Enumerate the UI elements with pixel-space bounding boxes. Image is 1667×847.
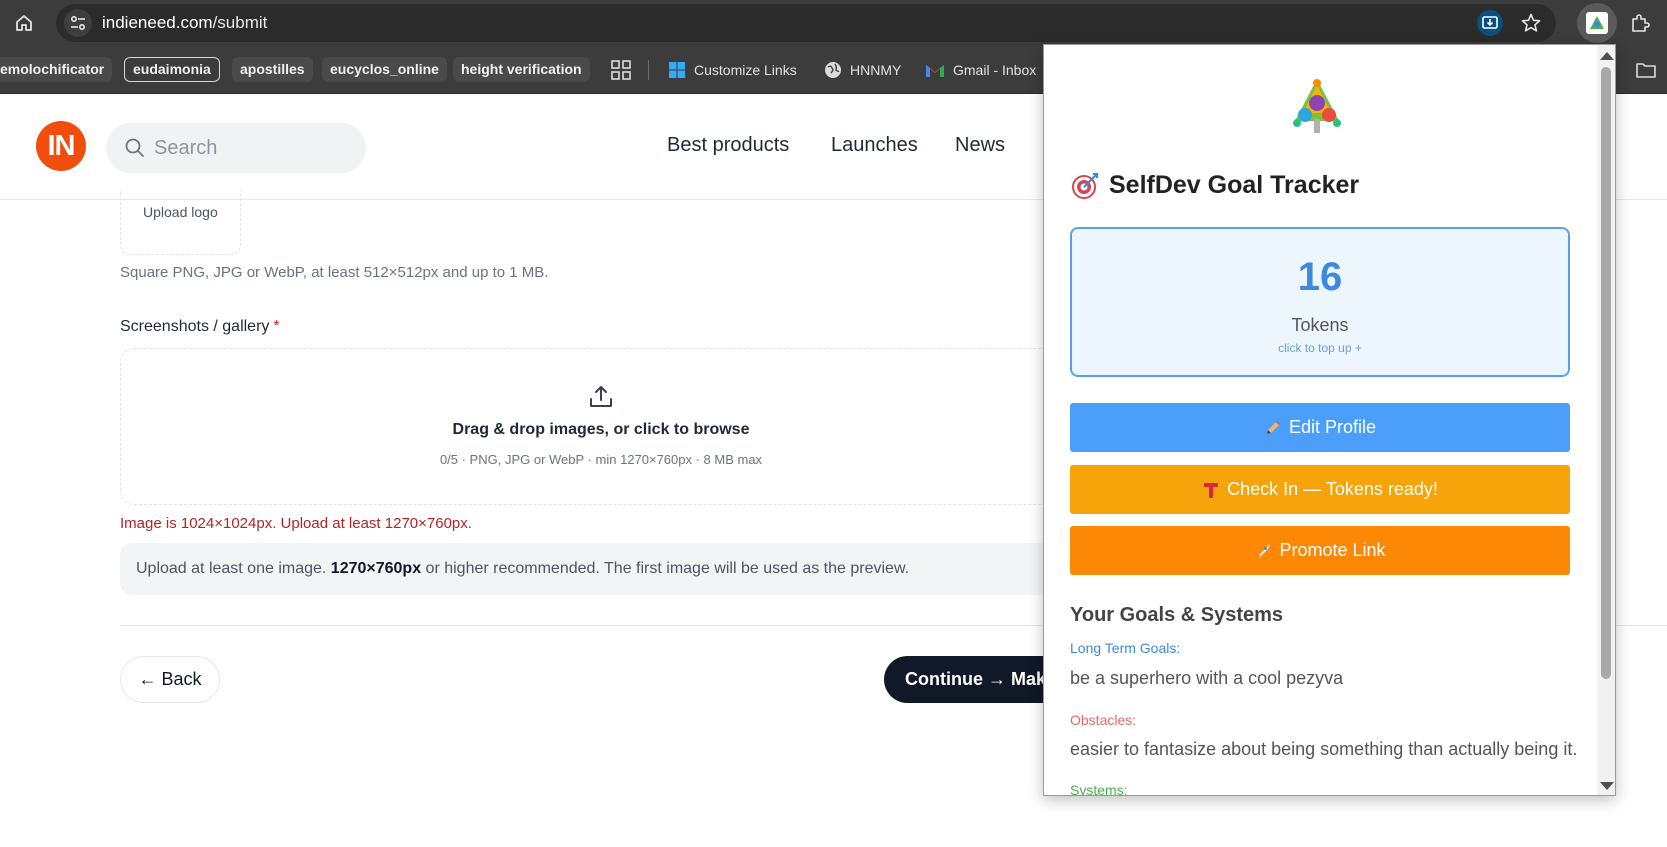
tokens-card[interactable]: 16 Tokens click to top up + [1070,227,1570,377]
folder-icon [1636,63,1656,78]
url-host: indieneed.com [102,13,213,32]
install-app-button[interactable] [1475,8,1505,38]
promote-link-label: Promote Link [1279,540,1386,560]
bookmark-customize-links[interactable]: Customize Links [668,59,797,81]
bookmarks-separator [648,60,649,80]
gallery-field-label: Screenshots / gallery * [120,318,280,336]
globe-icon [825,62,841,78]
search-bar[interactable] [106,123,366,173]
bookmark-star-button[interactable] [1516,8,1546,38]
back-button[interactable]: ← Back [120,656,220,703]
tokens-label: Tokens [1291,315,1349,335]
long-term-goals-text: be a superhero with a cool pezyva [1070,668,1344,688]
info-resolution: 1270×760px [330,560,422,577]
site-info-button[interactable] [64,9,92,37]
promote-link-button[interactable]: Promote Link [1070,526,1570,575]
home-icon [16,15,32,31]
bookmark-emolochificator[interactable]: emolochificator [0,57,113,82]
pencil-icon [1266,420,1280,434]
gmail-icon [926,65,944,77]
scroll-down-arrow-icon[interactable] [1600,782,1614,790]
search-input[interactable] [154,135,344,161]
home-button[interactable] [10,9,38,37]
info-suffix: or higher recommended. The first image w… [421,560,910,577]
gallery-label-text: Screenshots / gallery [120,318,270,335]
systems-label: Systems: [1070,782,1128,796]
bookmark-gmail-label: Gmail - Inbox [953,62,1037,78]
bookmark-apostilles[interactable]: apostilles [232,57,313,82]
upload-logo-dropzone[interactable]: Upload logo [120,190,241,255]
rocket-icon [1257,543,1271,558]
apps-grid-button[interactable] [610,59,632,86]
gallery-dropzone[interactable]: Drag & drop images, or click to browse 0… [120,348,1060,505]
upload-info-text: Upload at least one image. 1270×760px or… [136,560,909,578]
bookmark-eucyclos-online[interactable]: eucyclos_online [322,57,447,82]
obstacles-text: easier to fantasize about being somethin… [1070,739,1578,759]
goals-heading: Your Goals & Systems [1070,604,1284,626]
bookmark-gmail-inbox[interactable]: Gmail - Inbox [925,59,1036,81]
dropzone-title: Drag & drop images, or click to browse [452,421,750,438]
tokens-count: 16 [1297,255,1343,299]
bookmark-hnnmy-label: HNNMY [850,62,902,78]
scrollbar-thumb[interactable] [1601,67,1611,679]
check-in-button[interactable]: Check In — Tokens ready! [1070,465,1570,514]
obstacles-label: Obstacles: [1070,712,1137,728]
top-up-hint[interactable]: click to top up + [1072,341,1568,355]
extension-goal-tracker-button[interactable] [1577,3,1617,43]
long-term-goals-label: Long Term Goals: [1070,640,1181,656]
nav-news[interactable]: News [955,134,1005,157]
info-prefix: Upload at least one image. [136,560,331,577]
image-size-error: Image is 1024×1024px. Upload at least 12… [120,515,472,532]
puzzle-icon [1632,14,1650,32]
extension-logo-icon [1586,12,1608,34]
goal-tracker-popup: SelfDev Goal Tracker 16 Tokens click to … [1043,44,1616,796]
url-path: /submit [212,13,268,32]
token-t-icon [1204,482,1219,498]
bookmark-customize-links-label: Customize Links [694,62,797,78]
logo-hint: Square PNG, JPG or WebP, at least 512×51… [120,264,549,281]
popup-content: SelfDev Goal Tracker 16 Tokens click to … [1044,45,1597,796]
popup-title-text: SelfDev Goal Tracker [1109,171,1360,199]
windows-icon [669,62,685,78]
nav-launches[interactable]: Launches [831,134,918,157]
goal-tracker-logo-icon [1293,79,1341,133]
bookmark-height-verification[interactable]: height verification [453,57,590,82]
site-logo[interactable]: IN [36,121,86,171]
nav-best-products[interactable]: Best products [667,134,789,157]
required-marker: * [273,318,280,335]
search-icon [125,138,144,157]
scroll-up-arrow-icon[interactable] [1600,52,1614,60]
dropzone-requirements: 0/5 · PNG, JPG or WebP · min 1270×760px … [439,452,763,467]
popup-scrollbar[interactable] [1597,45,1615,795]
edit-profile-button[interactable]: Edit Profile [1070,403,1570,452]
check-in-label: Check In — Tokens ready! [1227,479,1438,499]
upload-logo-label: Upload logo [143,204,218,220]
address-bar[interactable]: indieneed.com/submit [56,4,1556,42]
extensions-menu-button[interactable] [1625,8,1655,38]
browser-toolbar: indieneed.com/submit [0,0,1667,46]
url-text: indieneed.com/submit [102,13,267,33]
bookmark-hnnmy[interactable]: HNNMY [824,59,901,81]
upload-icon [590,386,612,407]
star-icon [1521,13,1541,32]
apps-grid-icon [611,60,631,80]
upload-info-box: Upload at least one image. 1270×760px or… [120,543,1080,595]
tune-icon [70,15,86,31]
install-icon [1477,10,1503,36]
popup-title: SelfDev Goal Tracker [1071,171,1359,200]
other-bookmarks-button[interactable] [1635,60,1657,85]
edit-profile-label: Edit Profile [1288,417,1377,437]
bookmark-eudaimonia[interactable]: eudaimonia [124,57,220,82]
target-icon [1072,172,1098,199]
